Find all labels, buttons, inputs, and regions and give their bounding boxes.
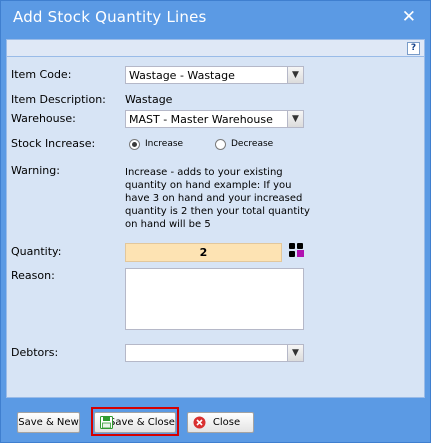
- quantity-input[interactable]: 2: [125, 243, 282, 262]
- warehouse-label: Warehouse:: [11, 112, 76, 125]
- add-stock-quantity-dialog: Add Stock Quantity Lines ✕ ? Item Code: …: [0, 0, 431, 443]
- close-icon[interactable]: ✕: [402, 7, 416, 27]
- form-panel: ? Item Code: Wastage - Wastage ▼ Item De…: [6, 39, 425, 398]
- help-icon[interactable]: ?: [407, 42, 420, 55]
- debtors-combo[interactable]: ▼: [125, 344, 304, 362]
- increase-radio[interactable]: [129, 139, 140, 150]
- button-bar: Save & New Save & Close Close: [6, 403, 425, 437]
- chevron-down-icon[interactable]: ▼: [287, 345, 303, 361]
- save-new-button-label: Save & New: [18, 417, 79, 428]
- help-toolbar: ?: [7, 40, 424, 57]
- close-button-label: Close: [212, 417, 241, 428]
- save-close-highlight-box: [91, 407, 179, 436]
- quantity-grid-icon[interactable]: [289, 243, 305, 259]
- decrease-radio[interactable]: [215, 139, 226, 150]
- warehouse-value: MAST - Master Warehouse: [129, 113, 273, 126]
- reason-textarea[interactable]: [125, 268, 304, 330]
- chevron-down-icon[interactable]: ▼: [287, 111, 303, 127]
- decrease-radio-option[interactable]: Decrease: [215, 139, 285, 151]
- dialog-title-bar[interactable]: Add Stock Quantity Lines ✕: [1, 1, 430, 35]
- item-description-value: Wastage: [125, 93, 173, 106]
- warehouse-combo[interactable]: MAST - Master Warehouse ▼: [125, 110, 304, 128]
- quantity-label: Quantity:: [11, 245, 62, 258]
- increase-radio-label: Increase: [145, 139, 184, 149]
- close-button[interactable]: Close: [187, 412, 254, 433]
- item-code-value: Wastage - Wastage: [129, 69, 235, 82]
- warning-label: Warning:: [11, 164, 60, 177]
- item-description-label: Item Description:: [11, 93, 106, 106]
- decrease-radio-label: Decrease: [231, 139, 274, 149]
- warning-text: Increase - adds to your existing quantit…: [125, 167, 310, 230]
- item-code-combo[interactable]: Wastage - Wastage ▼: [125, 66, 304, 84]
- increase-radio-option[interactable]: Increase: [129, 139, 199, 151]
- reason-label: Reason:: [11, 269, 55, 282]
- dialog-title: Add Stock Quantity Lines: [13, 8, 207, 26]
- item-code-label: Item Code:: [11, 68, 72, 81]
- close-circle-icon: [193, 416, 206, 429]
- stock-increase-label: Stock Increase:: [11, 137, 96, 150]
- chevron-down-icon[interactable]: ▼: [287, 67, 303, 83]
- debtors-label: Debtors:: [11, 346, 59, 359]
- save-new-button[interactable]: Save & New: [17, 412, 80, 433]
